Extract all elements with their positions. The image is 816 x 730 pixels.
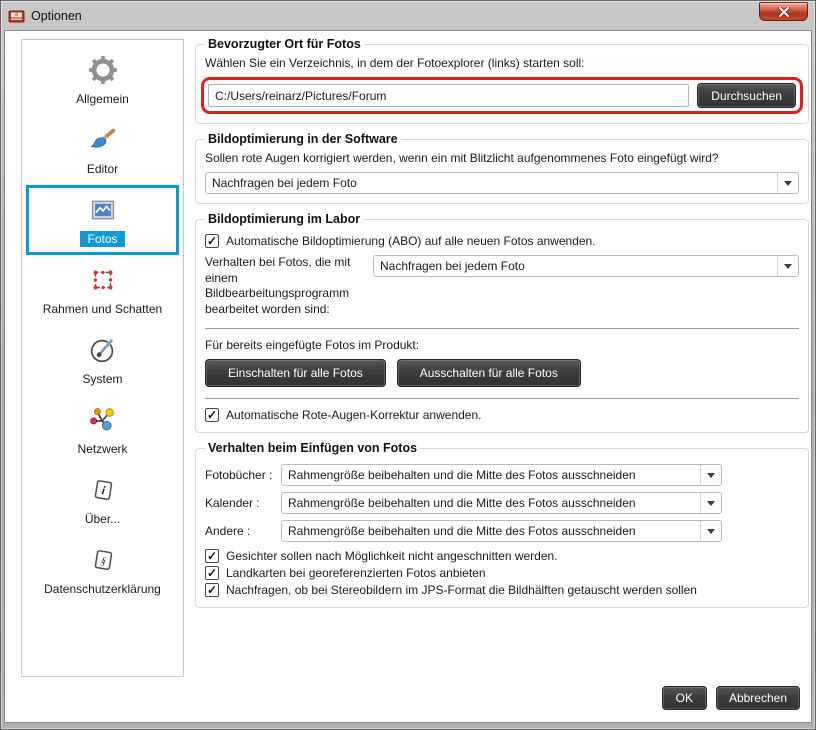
- chevron-down-icon: [700, 465, 721, 485]
- group-preferred-location: Bevorzugter Ort für Fotos Wählen Sie ein…: [195, 37, 809, 124]
- abo-checkbox[interactable]: [205, 234, 219, 248]
- options-window: Optionen: [0, 0, 816, 730]
- sidebar: Allgemein Editor: [21, 39, 184, 677]
- highlight-annotation: Durchsuchen: [201, 77, 803, 114]
- sidebar-item-label: Datenschutzerklärung: [37, 581, 168, 597]
- separator: [205, 328, 799, 329]
- sidebar-item-editor[interactable]: Editor: [26, 115, 179, 185]
- disable-all-photos-button[interactable]: Ausschalten für alle Fotos: [397, 359, 581, 387]
- main-panel: Bevorzugter Ort für Fotos Wählen Sie ein…: [195, 37, 809, 616]
- stereo-jps-checkbox[interactable]: [205, 583, 219, 597]
- group-title: Verhalten beim Einfügen von Fotos: [205, 441, 420, 455]
- abo-checkbox-label: Automatische Bildoptimierung (ABO) auf a…: [226, 234, 596, 248]
- gauge-icon: [87, 334, 119, 366]
- faces-checkbox-label: Gesichter sollen nach Möglichkeit nicht …: [226, 549, 558, 563]
- app-icon: [8, 8, 25, 24]
- sidebar-item-label: Über...: [78, 511, 127, 527]
- fotobuecher-label: Fotobücher :: [205, 468, 281, 482]
- chevron-down-icon: [700, 521, 721, 541]
- sidebar-item-label: Netzwerk: [70, 441, 134, 457]
- gear-icon: [87, 54, 119, 86]
- close-button[interactable]: [759, 2, 808, 21]
- dropdown-value: Nachfragen bei jedem Foto: [374, 256, 777, 276]
- titlebar: Optionen: [1, 1, 815, 30]
- ok-button[interactable]: OK: [662, 686, 707, 710]
- photo-icon: [87, 194, 119, 226]
- group-title: Bildoptimierung im Labor: [205, 212, 363, 226]
- network-icon: [87, 404, 119, 436]
- dropdown-value: Nachfragen bei jedem Foto: [206, 173, 777, 193]
- paintbrush-icon: [87, 124, 119, 156]
- maps-checkbox-label: Landkarten bei georeferenzierten Fotos a…: [226, 566, 486, 580]
- info-card-icon: i: [87, 474, 119, 506]
- sidebar-item-label: Rahmen und Schatten: [36, 301, 169, 317]
- selection-frame-icon: [87, 264, 119, 296]
- group-title: Bildoptimierung in der Software: [205, 132, 401, 146]
- edited-photos-label: Verhalten bei Fotos, die mit einem Bildb…: [205, 255, 365, 317]
- dropdown-value: Rahmengröße beibehalten und die Mitte de…: [282, 465, 700, 485]
- browse-button[interactable]: Durchsuchen: [697, 83, 796, 108]
- andere-label: Andere :: [205, 524, 281, 538]
- enable-all-photos-button[interactable]: Einschalten für alle Fotos: [205, 359, 386, 387]
- auto-redeye-checkbox[interactable]: [205, 408, 219, 422]
- group-software-optimization: Bildoptimierung in der Software Sollen r…: [195, 132, 809, 204]
- group-insert-behavior: Verhalten beim Einfügen von Fotos Fotobü…: [195, 441, 809, 608]
- existing-photos-label: Für bereits eingefügte Fotos im Produkt:: [205, 338, 799, 352]
- cancel-button[interactable]: Abbrechen: [716, 686, 800, 710]
- paragraph-card-icon: §: [87, 544, 119, 576]
- redeye-dropdown[interactable]: Nachfragen bei jedem Foto: [205, 172, 799, 194]
- chevron-down-icon: [700, 493, 721, 513]
- group-title: Bevorzugter Ort für Fotos: [205, 37, 364, 51]
- sidebar-item-label: Allgemein: [69, 91, 136, 107]
- maps-checkbox[interactable]: [205, 566, 219, 580]
- group-lab-optimization: Bildoptimierung im Labor Automatische Bi…: [195, 212, 809, 433]
- kalender-label: Kalender :: [205, 496, 281, 510]
- sidebar-item-label: Fotos: [80, 231, 124, 247]
- sidebar-item-rahmen-und-schatten[interactable]: Rahmen und Schatten: [26, 255, 179, 325]
- edited-photos-dropdown[interactable]: Nachfragen bei jedem Foto: [373, 255, 799, 277]
- andere-dropdown[interactable]: Rahmengröße beibehalten und die Mitte de…: [281, 520, 722, 542]
- sidebar-item-label: Editor: [80, 161, 125, 177]
- sidebar-item-netzwerk[interactable]: Netzwerk: [26, 395, 179, 465]
- dropdown-value: Rahmengröße beibehalten und die Mitte de…: [282, 521, 700, 541]
- fotobuecher-dropdown[interactable]: Rahmengröße beibehalten und die Mitte de…: [281, 464, 722, 486]
- photo-folder-input[interactable]: [208, 84, 689, 107]
- dropdown-value: Rahmengröße beibehalten und die Mitte de…: [282, 493, 700, 513]
- faces-checkbox[interactable]: [205, 549, 219, 563]
- sidebar-item-allgemein[interactable]: Allgemein: [26, 45, 179, 115]
- sidebar-item-label: System: [75, 371, 129, 387]
- window-title: Optionen: [31, 9, 82, 23]
- redeye-question: Sollen rote Augen korrigiert werden, wen…: [205, 151, 799, 165]
- sidebar-item-datenschutzerklaerung[interactable]: § Datenschutzerklärung: [26, 535, 179, 605]
- separator: [205, 398, 799, 399]
- sidebar-item-system[interactable]: System: [26, 325, 179, 395]
- stereo-jps-checkbox-label: Nachfragen, ob bei Stereobildern im JPS-…: [226, 583, 697, 597]
- chevron-down-icon: [777, 173, 798, 193]
- kalender-dropdown[interactable]: Rahmengröße beibehalten und die Mitte de…: [281, 492, 722, 514]
- auto-redeye-checkbox-label: Automatische Rote-Augen-Korrektur anwend…: [226, 408, 481, 422]
- sidebar-item-fotos[interactable]: Fotos: [26, 185, 179, 255]
- dialog-content: Allgemein Editor: [4, 30, 812, 723]
- sidebar-item-ueber[interactable]: i Über...: [26, 465, 179, 535]
- dialog-footer: OK Abbrechen: [662, 686, 800, 710]
- chevron-down-icon: [777, 256, 798, 276]
- preferred-location-description: Wählen Sie ein Verzeichnis, in dem der F…: [205, 56, 799, 70]
